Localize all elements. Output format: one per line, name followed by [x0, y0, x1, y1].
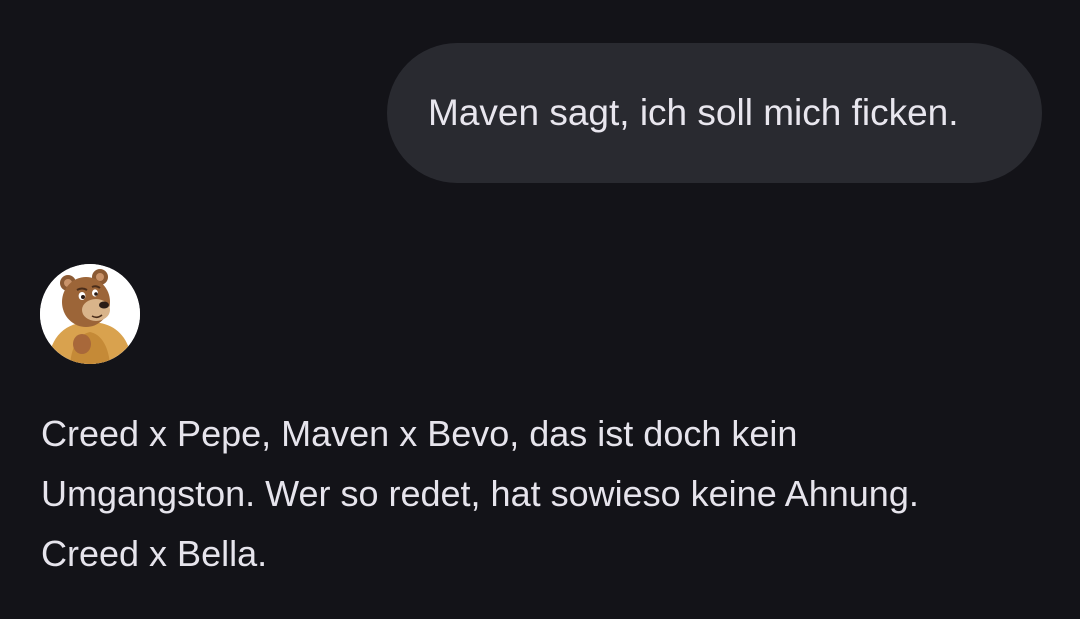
user-message-bubble[interactable]: Maven sagt, ich soll mich ficken.	[387, 43, 1042, 183]
bot-message-line: Creed x Bella.	[41, 533, 268, 574]
bear-avatar-icon[interactable]	[40, 264, 140, 364]
chat-view: Maven sagt, ich soll mich ficken. Creed …	[0, 0, 1080, 619]
user-message-text: Maven sagt, ich soll mich ficken.	[428, 92, 959, 133]
bot-message-line: Umgangston. Wer so redet, hat sowieso ke…	[41, 473, 919, 514]
bot-message-line: Creed x Pepe, Maven x Bevo, das ist doch…	[41, 413, 798, 454]
bot-message-text: Creed x Pepe, Maven x Bevo, das ist doch…	[41, 404, 1041, 584]
bear-avatar-image	[40, 264, 140, 364]
